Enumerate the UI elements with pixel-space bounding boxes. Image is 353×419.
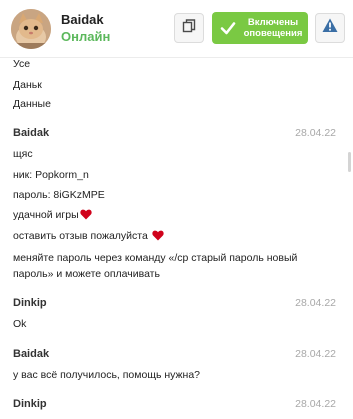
check-icon xyxy=(219,19,237,37)
message-line: Ok xyxy=(13,318,27,330)
report-button[interactable] xyxy=(315,13,345,43)
message-line: пароль» и можете оплачивать xyxy=(13,268,160,280)
contact-status: Онлайн xyxy=(61,29,111,44)
message-date: 28.04.22 xyxy=(295,297,336,309)
contact-name: Baidak xyxy=(61,12,104,27)
message-text: оставить отзыв пожалуйста xyxy=(13,230,148,242)
notifications-label: Включены оповещения xyxy=(243,17,303,39)
message-line: у вас всё получилось, помощь нужна? xyxy=(13,369,201,381)
message-sender[interactable]: Baidak xyxy=(13,348,49,360)
message-list[interactable]: Усе Даньк Данные Baidak 28.04.22 щяс ник… xyxy=(0,58,353,419)
heart-icon xyxy=(79,209,92,223)
message-text: удачной игры xyxy=(13,209,79,221)
message-sender[interactable]: Dinkip xyxy=(13,398,47,410)
message-line: Даньк xyxy=(13,79,42,91)
message-line: щяс xyxy=(13,148,33,160)
message-date: 28.04.22 xyxy=(295,398,336,410)
warning-icon xyxy=(322,18,338,38)
copy-button[interactable] xyxy=(174,13,204,43)
chat-header: Baidak Онлайн Включены оповещения xyxy=(0,0,353,58)
message-date: 28.04.22 xyxy=(295,127,336,139)
message-line-with-heart: удачной игры xyxy=(13,209,92,223)
avatar[interactable] xyxy=(11,9,51,49)
message-date: 28.04.22 xyxy=(295,348,336,360)
message-line: Усе xyxy=(13,58,31,70)
message-line: пароль: 8iGKzMPE xyxy=(13,189,105,201)
notifications-toggle-button[interactable]: Включены оповещения xyxy=(212,12,308,44)
message-sender[interactable]: Dinkip xyxy=(13,297,47,309)
heart-icon xyxy=(152,230,164,244)
message-line: меняйте пароль через команду «/cp старый… xyxy=(13,252,298,264)
message-line-with-heart: оставить отзыв пожалуйста xyxy=(13,230,164,244)
message-sender[interactable]: Baidak xyxy=(13,127,49,139)
message-line: Данные xyxy=(13,98,51,110)
copy-icon xyxy=(182,18,196,38)
message-line: ник: Popkorm_n xyxy=(13,169,89,181)
scrollbar-thumb[interactable] xyxy=(348,152,351,172)
